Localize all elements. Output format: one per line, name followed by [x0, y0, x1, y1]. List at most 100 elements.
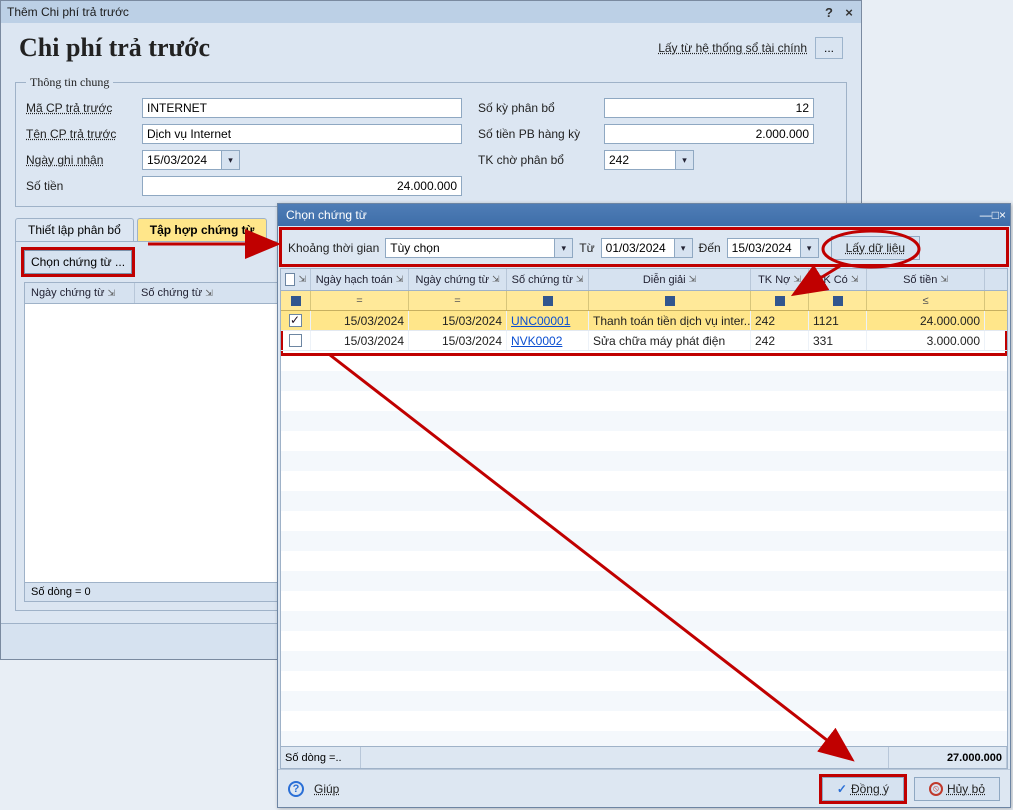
close-icon[interactable]: × [999, 208, 1006, 222]
tab-gather-vouchers[interactable]: Tập hợp chứng từ [137, 218, 268, 241]
col-voucher-date[interactable]: Ngày chứng từ⇲ [409, 269, 507, 290]
check-icon: ✓ [837, 782, 847, 796]
general-info-fieldset: Thông tin chung Mã CP trả trước Số kỳ ph… [15, 75, 847, 207]
from-date-combo: ▾ [601, 238, 693, 258]
filter-square-icon[interactable] [833, 296, 843, 306]
filter-op-amount[interactable]: ≤ [867, 291, 985, 310]
pin-icon: ⇲ [851, 274, 859, 285]
pin-icon: ⇲ [107, 288, 115, 299]
chevron-down-icon[interactable]: ▾ [555, 238, 573, 258]
time-range-input[interactable] [385, 238, 555, 258]
grid-body[interactable]: 15/03/202415/03/2024UNC00001Thanh toán t… [281, 311, 1007, 746]
cell-credit-acct: 1121 [809, 311, 867, 330]
label-waiting-acct: TK chờ phân bổ [478, 153, 588, 167]
ok-button[interactable]: ✓ Đồng ý [822, 777, 904, 801]
col-select-all[interactable]: ⇲ [281, 269, 311, 290]
chevron-down-icon[interactable]: ▾ [675, 238, 693, 258]
chevron-down-icon[interactable]: ▾ [676, 150, 694, 170]
to-date-combo: ▾ [727, 238, 819, 258]
cell-description: Sửa chữa máy phát điện [589, 331, 751, 350]
choose-voucher-dialog: Chọn chứng từ — □ × Khoảng thời gian ▾ T… [277, 203, 1011, 808]
cell-amount: 3.000.000 [867, 331, 985, 350]
checkbox-icon [285, 273, 295, 286]
row-checkbox[interactable] [289, 334, 302, 347]
choose-voucher-button[interactable]: Chọn chứng từ ... [24, 250, 132, 274]
pin-icon: ⇲ [793, 274, 801, 285]
label-name: Tên CP trả trước [26, 127, 126, 141]
col-amount[interactable]: Số tiền⇲ [867, 269, 985, 290]
page-title: Chi phí trả trước [19, 33, 658, 63]
chevron-down-icon[interactable]: ▾ [801, 238, 819, 258]
maximize-icon[interactable]: □ [992, 208, 999, 222]
record-date-combo: ▾ [142, 150, 462, 170]
col-description[interactable]: Diễn giải⇲ [589, 269, 751, 290]
cell-voucher-date: 15/03/2024 [409, 331, 507, 350]
cancel-icon: ⦸ [929, 782, 943, 796]
code-input[interactable] [142, 98, 462, 118]
filter-square-icon[interactable] [543, 296, 553, 306]
close-icon[interactable]: × [841, 4, 857, 20]
tab-allocation-setup[interactable]: Thiết lập phân bổ [15, 218, 134, 241]
child-title-text: Chọn chứng từ [286, 208, 980, 222]
help-icon[interactable]: ? [821, 4, 837, 20]
parent-titlebar[interactable]: Thêm Chi phí trả trước ? × [1, 1, 861, 23]
col-credit-acct[interactable]: TK Có⇲ [809, 269, 867, 290]
pin-icon: ⇲ [396, 274, 404, 285]
table-row[interactable]: 15/03/202415/03/2024NVK0002Sửa chữa máy … [281, 331, 1007, 351]
footer-total: 27.000.000 [889, 747, 1007, 768]
col-voucher-no[interactable]: Số chứng từ⇲ [507, 269, 589, 290]
label-to: Đến [699, 241, 721, 255]
label-per-period: Số tiền PB hàng kỳ [478, 127, 588, 141]
fetch-data-button[interactable]: Lấy dữ liệu [831, 236, 920, 260]
filter-square-icon[interactable] [291, 296, 301, 306]
time-range-combo: ▾ [385, 238, 573, 258]
get-from-financial-link[interactable]: Lấy từ hệ thống sổ tài chính [658, 41, 807, 55]
cell-voucher-no[interactable]: UNC00001 [507, 311, 589, 330]
cell-description: Thanh toán tiền dịch vụ inter... [589, 311, 751, 330]
help-icon[interactable]: ? [288, 781, 304, 797]
row-checkbox[interactable] [289, 314, 302, 327]
filter-square-icon[interactable] [775, 296, 785, 306]
from-date-input[interactable] [601, 238, 675, 258]
filter-controls: Khoảng thời gian ▾ Từ ▾ Đến ▾ Lấy dữ liệ… [278, 226, 1010, 268]
help-button[interactable]: Giúp [314, 782, 339, 796]
amount-input[interactable] [142, 176, 462, 196]
parent-title: Thêm Chi phí trả trước [7, 5, 817, 19]
table-row[interactable]: 15/03/202415/03/2024UNC00001Thanh toán t… [281, 311, 1007, 331]
label-amount: Số tiền [26, 179, 126, 193]
pin-icon: ⇲ [940, 274, 948, 285]
label-date: Ngày ghi nhận [26, 153, 126, 167]
minimize-icon[interactable]: — [980, 208, 992, 222]
label-periods: Số kỳ phân bổ [478, 101, 588, 115]
to-date-input[interactable] [727, 238, 801, 258]
filter-op-posting[interactable]: = [311, 291, 409, 310]
label-time-range: Khoảng thời gian [288, 241, 379, 255]
record-date-input[interactable] [142, 150, 222, 170]
fieldset-legend: Thông tin chung [26, 75, 113, 90]
child-dialog-buttons: ? Giúp ✓ Đồng ý ⦸ Hủy bỏ [278, 769, 1010, 807]
voucher-grid: ⇲ Ngày hạch toán⇲ Ngày chứng từ⇲ Số chứn… [280, 268, 1008, 769]
grid-footer: Số dòng =.. 27.000.000 [281, 746, 1007, 768]
waiting-acct-combo: ▾ [604, 150, 814, 170]
filter-square-icon[interactable] [665, 296, 675, 306]
grid-header: ⇲ Ngày hạch toán⇲ Ngày chứng từ⇲ Số chứn… [281, 269, 1007, 291]
periods-input[interactable] [604, 98, 814, 118]
pin-icon: ⇲ [492, 274, 500, 285]
cancel-button[interactable]: ⦸ Hủy bỏ [914, 777, 1000, 801]
per-period-input[interactable] [604, 124, 814, 144]
chevron-down-icon[interactable]: ▾ [222, 150, 240, 170]
col-debit-acct[interactable]: TK Nợ⇲ [751, 269, 809, 290]
pin-icon: ⇲ [689, 274, 697, 285]
cell-voucher-no[interactable]: NVK0002 [507, 331, 589, 350]
cell-voucher-date: 15/03/2024 [409, 311, 507, 330]
more-actions-button[interactable]: ... [815, 37, 843, 59]
waiting-acct-input[interactable] [604, 150, 676, 170]
col-posting-date[interactable]: Ngày hạch toán⇲ [311, 269, 409, 290]
name-input[interactable] [142, 124, 462, 144]
cell-posting-date: 15/03/2024 [311, 311, 409, 330]
filter-op-vdate[interactable]: = [409, 291, 507, 310]
pin-icon: ⇲ [576, 274, 584, 285]
col-voucher-date[interactable]: Ngày chứng từ⇲ [25, 283, 135, 303]
grid-filter-row[interactable]: = = ≤ [281, 291, 1007, 311]
child-titlebar[interactable]: Chọn chứng từ — □ × [278, 204, 1010, 226]
